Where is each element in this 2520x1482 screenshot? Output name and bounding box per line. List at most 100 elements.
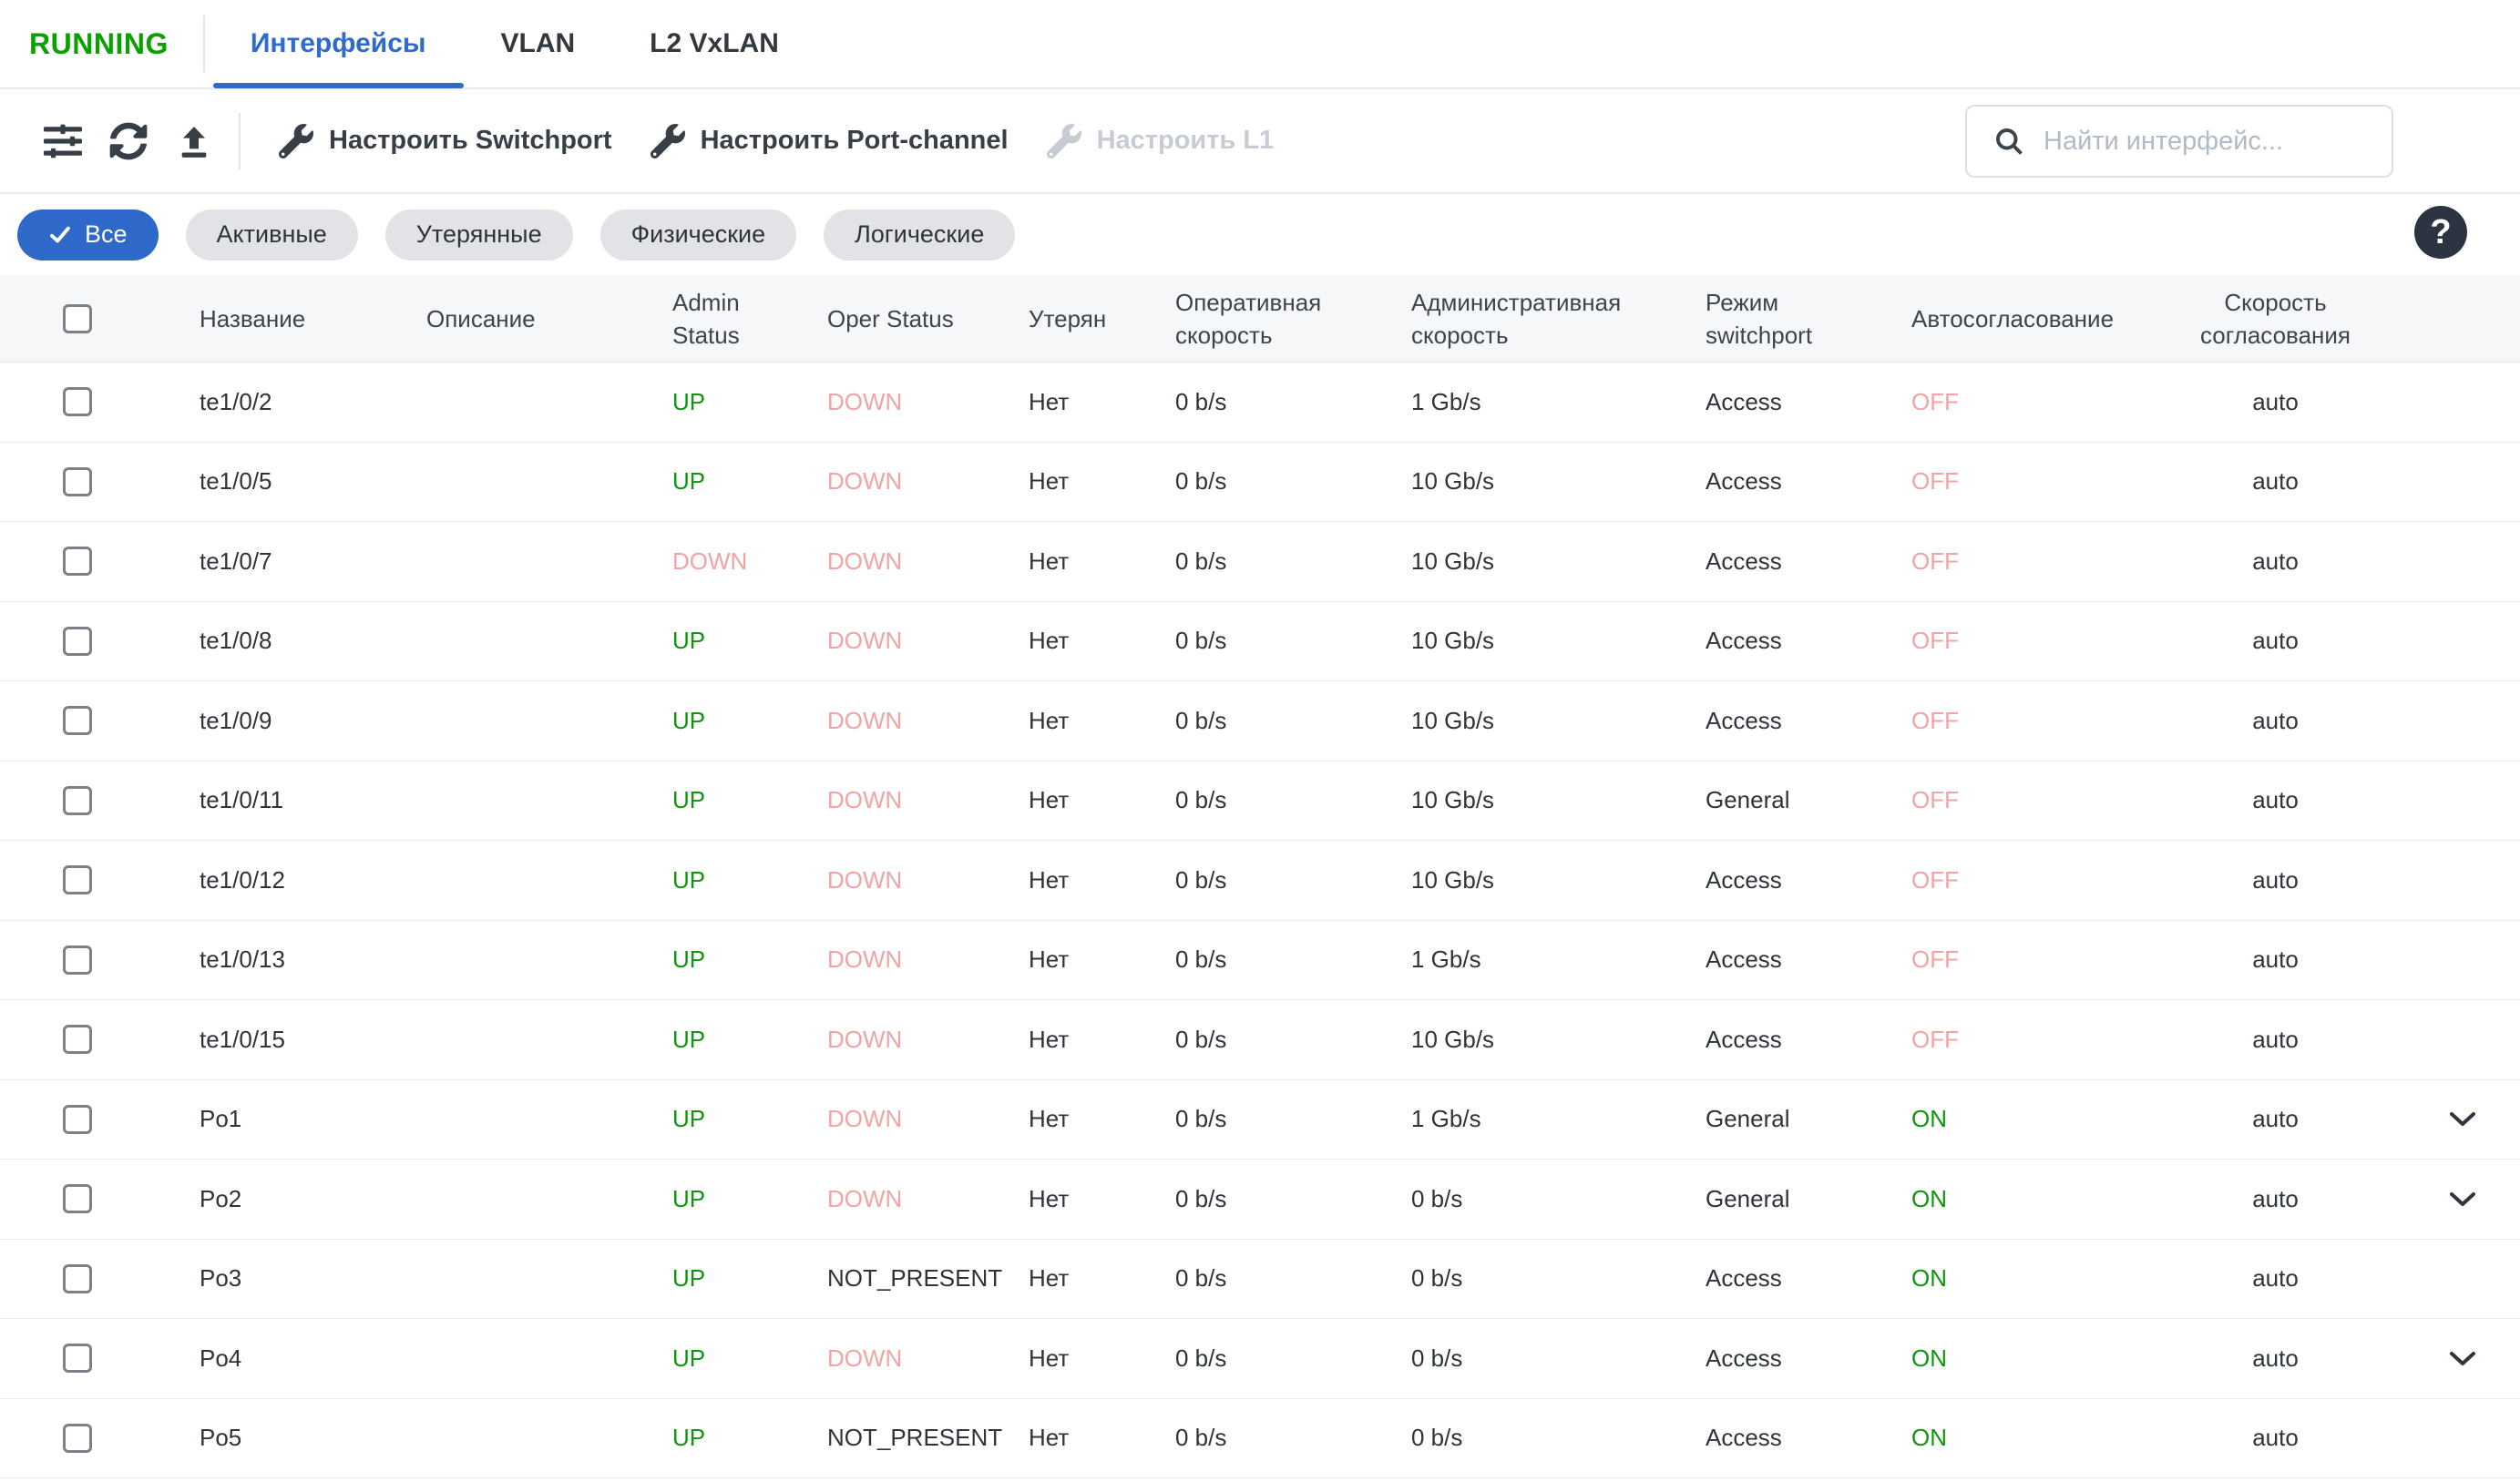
cell-description [410, 1240, 665, 1319]
table-row: te1/0/11UPDOWNНет0 b/s10 Gb/sGeneralOFFa… [0, 761, 2520, 842]
check-icon [48, 223, 72, 247]
cell-admin_speed: 0 b/s [1389, 1160, 1685, 1239]
cell-oper_status: DOWN [811, 1080, 1011, 1160]
column-header-oper_status: Oper Status [811, 275, 1011, 362]
refresh-icon [109, 122, 148, 160]
cell-description [410, 1160, 665, 1239]
filter-chip-label: Все [85, 220, 128, 249]
cell-lost: Нет [1011, 921, 1166, 1000]
cell-switchport_mode: Access [1685, 363, 1890, 442]
cell-name: Po3 [155, 1240, 410, 1319]
cell-lost: Нет [1011, 602, 1166, 681]
search-input[interactable] [2044, 127, 2387, 157]
cell-oper_speed: 0 b/s [1166, 363, 1389, 442]
cell-admin_speed: 1 Gb/s [1389, 1080, 1685, 1160]
cell-name: te1/0/9 [155, 681, 410, 761]
tab-list: ИнтерфейсыVLANL2 VxLAN [213, 0, 816, 88]
row-expand-cell [2405, 761, 2520, 841]
row-expand-cell [2405, 443, 2520, 522]
tab-интерфейсы[interactable]: Интерфейсы [213, 0, 464, 88]
filter-chip-логические[interactable]: Логические [824, 210, 1015, 261]
cell-oper_status: DOWN [811, 443, 1011, 522]
cell-admin_speed: 0 b/s [1389, 1319, 1685, 1398]
cell-oper_status: DOWN [811, 1319, 1011, 1398]
row-checkbox[interactable] [63, 387, 92, 416]
row-checkbox[interactable] [63, 786, 92, 815]
configure-switchport-button[interactable]: Настроить Switchport [279, 124, 612, 158]
cell-description [410, 1000, 665, 1079]
row-select-cell [0, 443, 155, 522]
cell-neg_speed: auto [2146, 681, 2405, 761]
refresh-button[interactable] [106, 118, 151, 164]
filter-chip-физические[interactable]: Физические [600, 210, 797, 261]
toolbar: Настроить Switchport Настроить Port-chan… [0, 89, 2520, 194]
cell-lost: Нет [1011, 1080, 1166, 1160]
row-checkbox[interactable] [63, 1424, 92, 1453]
cell-switchport_mode: Access [1685, 841, 1890, 920]
row-select-cell [0, 681, 155, 761]
row-checkbox[interactable] [63, 467, 92, 496]
row-checkbox[interactable] [63, 1025, 92, 1054]
cell-name: te1/0/8 [155, 602, 410, 681]
row-checkbox[interactable] [63, 547, 92, 576]
cell-admin_speed: 10 Gb/s [1389, 522, 1685, 601]
cell-autoneg: ON [1890, 1160, 2146, 1239]
configure-portchannel-button[interactable]: Настроить Port-channel [650, 124, 1009, 158]
help-button[interactable]: ? [2414, 206, 2467, 259]
cell-description [410, 1080, 665, 1160]
filter-chip-утерянные[interactable]: Утерянные [385, 210, 573, 261]
tab-vlan[interactable]: VLAN [464, 0, 613, 88]
row-expand-cell [2405, 1399, 2520, 1478]
cell-oper_speed: 0 b/s [1166, 681, 1389, 761]
row-checkbox[interactable] [63, 1105, 92, 1134]
row-checkbox[interactable] [63, 865, 92, 894]
tab-l2-vxlan[interactable]: L2 VxLAN [612, 0, 816, 88]
filter-chip-все[interactable]: Все [17, 210, 159, 261]
cell-autoneg: ON [1890, 1240, 2146, 1319]
filter-chip-bar: Все Активные Утерянные Физические Логические [0, 194, 2520, 275]
cell-neg_speed: auto [2146, 841, 2405, 920]
cell-switchport_mode: Access [1685, 1000, 1890, 1079]
row-checkbox[interactable] [63, 1344, 92, 1373]
row-checkbox[interactable] [63, 1184, 92, 1213]
cell-lost: Нет [1011, 1399, 1166, 1478]
cell-switchport_mode: General [1685, 761, 1890, 841]
table-row: Po1UPDOWNНет0 b/s1 Gb/sGeneralONauto [0, 1080, 2520, 1160]
cell-neg_speed: auto [2146, 1240, 2405, 1319]
select-all-checkbox[interactable] [63, 304, 92, 333]
row-checkbox[interactable] [63, 706, 92, 735]
cell-name: Po5 [155, 1399, 410, 1478]
cell-description [410, 522, 665, 601]
toolbar-divider [239, 113, 241, 169]
row-expand-cell [2405, 1160, 2520, 1239]
header-select-cell [0, 275, 155, 362]
column-header-oper_speed: Оперативная скорость [1166, 275, 1389, 362]
table-row: te1/0/13UPDOWNНет0 b/s1 Gb/sAccessOFFaut… [0, 921, 2520, 1001]
filter-chip-активные[interactable]: Активные [186, 210, 358, 261]
cell-lost: Нет [1011, 1240, 1166, 1319]
cell-lost: Нет [1011, 1000, 1166, 1079]
cell-autoneg: ON [1890, 1399, 2146, 1478]
row-select-cell [0, 1160, 155, 1239]
row-checkbox[interactable] [63, 627, 92, 656]
cell-neg_speed: auto [2146, 522, 2405, 601]
table-settings-button[interactable] [40, 118, 86, 164]
row-checkbox[interactable] [63, 1264, 92, 1293]
configure-l1-button[interactable]: Настроить L1 [1047, 124, 1275, 158]
configure-portchannel-label: Настроить Port-channel [701, 126, 1009, 156]
chevron-down-icon[interactable] [2449, 1191, 2476, 1207]
cell-description [410, 1399, 665, 1478]
chevron-down-icon[interactable] [2449, 1351, 2476, 1366]
column-header-autoneg: Автосогласование [1890, 275, 2146, 362]
cell-name: te1/0/2 [155, 363, 410, 442]
row-expand-cell [2405, 363, 2520, 442]
cell-switchport_mode: Access [1685, 681, 1890, 761]
upload-button[interactable] [171, 118, 217, 164]
cell-name: Po1 [155, 1080, 410, 1160]
tabbar-divider [203, 15, 205, 72]
cell-admin_status: UP [665, 841, 811, 920]
row-expand-cell [2405, 602, 2520, 681]
row-checkbox[interactable] [63, 945, 92, 975]
chevron-down-icon[interactable] [2449, 1111, 2476, 1127]
cell-neg_speed: auto [2146, 1080, 2405, 1160]
